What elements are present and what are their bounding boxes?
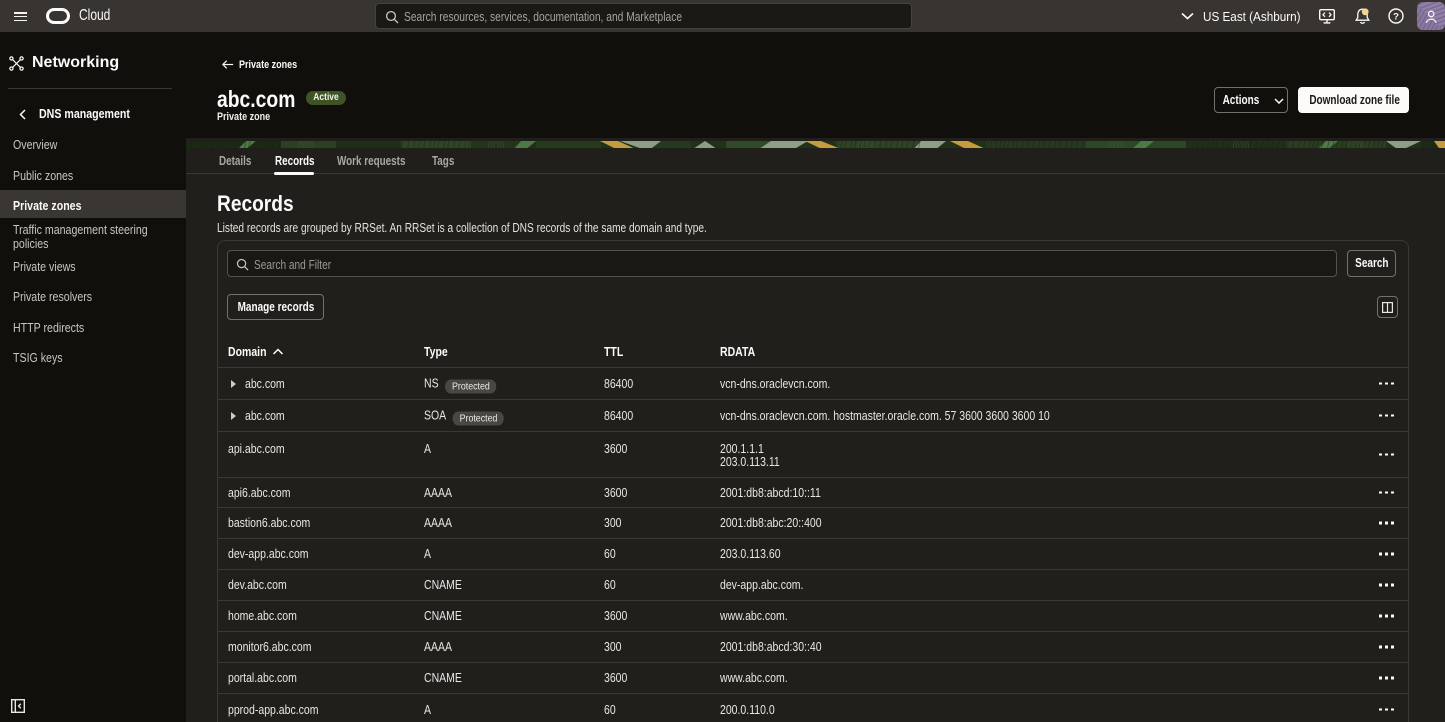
svg-text:?: ?: [1393, 11, 1399, 22]
